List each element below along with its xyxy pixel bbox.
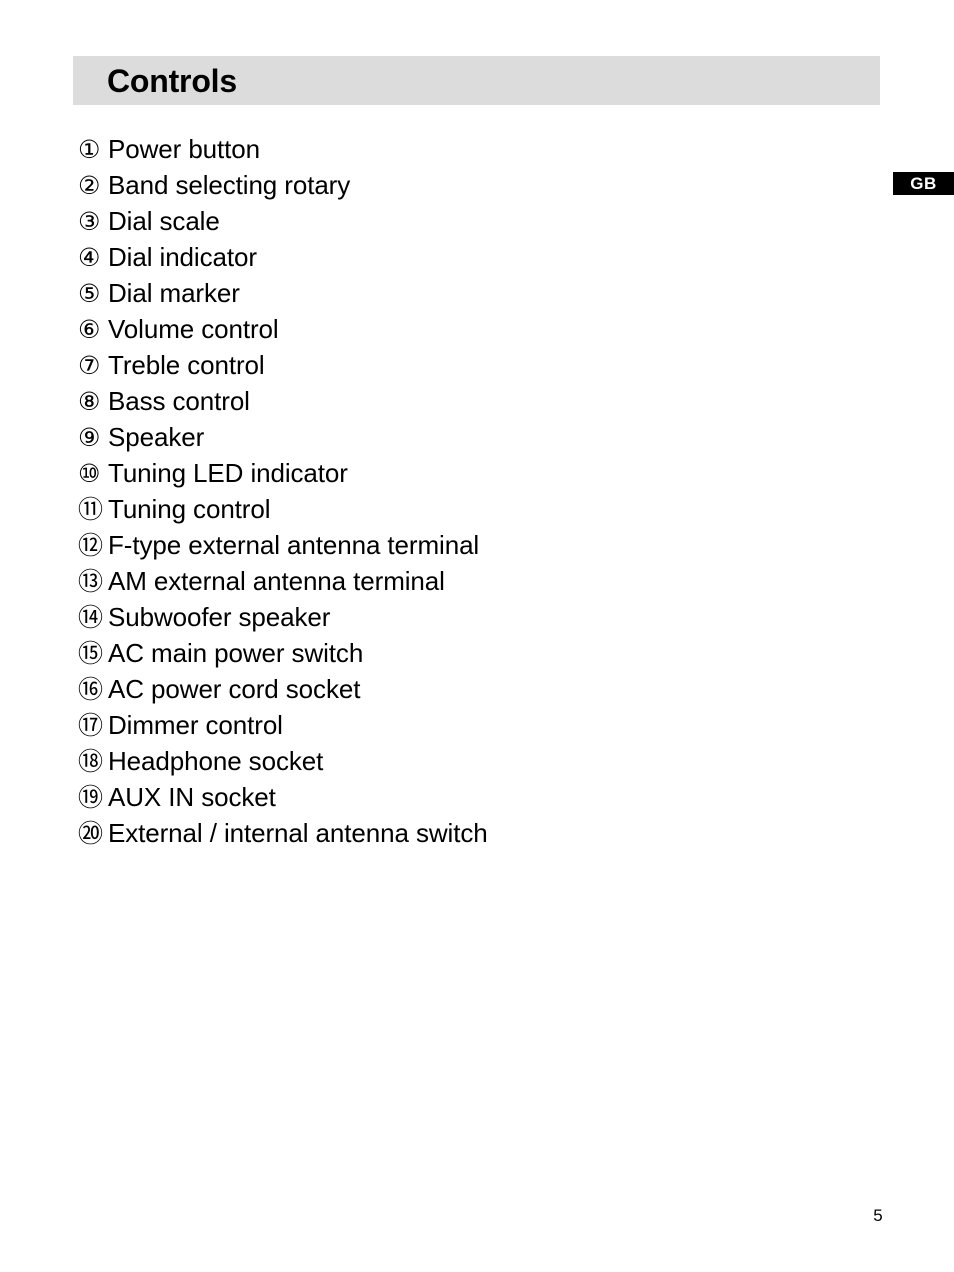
control-item-label: Subwoofer speaker xyxy=(108,602,331,632)
control-item-label: Dial scale xyxy=(108,206,220,236)
circled-number-icon: ⑲ xyxy=(78,783,104,812)
control-item-label: Volume control xyxy=(108,314,279,344)
control-item-label: Power button xyxy=(108,134,261,164)
control-item-label: AC main power switch xyxy=(108,638,364,668)
controls-list: ① Power button ② Band selecting rotary ③ Dial… xyxy=(78,131,878,851)
control-list-item: ⑲ AUX IN socket xyxy=(78,779,878,815)
control-list-item: ⑱ Headphone socket xyxy=(78,743,878,779)
control-list-item: ⑤ Dial marker xyxy=(78,275,878,311)
circled-number-icon: ③ xyxy=(78,207,101,236)
circled-number-icon: ⑥ xyxy=(78,315,101,344)
circled-number-icon: ② xyxy=(78,171,101,200)
control-list-item: ⑦ Treble control xyxy=(78,347,878,383)
control-item-label: Speaker xyxy=(108,422,205,452)
control-list-item: ⑥ Volume control xyxy=(78,311,878,347)
control-list-item: ⑮ AC main power switch xyxy=(78,635,878,671)
circled-number-icon: ⑯ xyxy=(78,675,104,704)
circled-number-icon: ① xyxy=(78,135,101,164)
control-list-item: ⑬ AM external antenna terminal xyxy=(78,563,878,599)
control-item-label: Tuning control xyxy=(108,494,271,524)
control-item-label: Dial marker xyxy=(108,278,240,308)
control-list-item: ② Band selecting rotary xyxy=(78,167,878,203)
control-list-item: ⑭ Subwoofer speaker xyxy=(78,599,878,635)
circled-number-icon: ⑧ xyxy=(78,387,101,416)
control-item-label: Band selecting rotary xyxy=(108,170,351,200)
control-list-item: ⑫ F-type external antenna terminal xyxy=(78,527,878,563)
control-list-item: ⑧ Bass control xyxy=(78,383,878,419)
circled-number-icon: ⑩ xyxy=(78,459,101,488)
control-list-item: ① Power button xyxy=(78,131,878,167)
control-list-item: ⑨ Speaker xyxy=(78,419,878,455)
circled-number-icon: ⑪ xyxy=(78,495,104,524)
control-item-label: Dimmer control xyxy=(108,710,283,740)
circled-number-icon: ⑳ xyxy=(78,819,104,848)
circled-number-icon: ⑨ xyxy=(78,423,101,452)
section-header: Controls xyxy=(73,56,880,105)
control-item-label: Dial indicator xyxy=(108,242,257,272)
control-item-label: AC power cord socket xyxy=(108,674,361,704)
circled-number-icon: ⑬ xyxy=(78,567,104,596)
control-list-item: ③ Dial scale xyxy=(78,203,878,239)
page-number: 5 xyxy=(873,1206,883,1225)
circled-number-icon: ⑭ xyxy=(78,603,104,632)
language-badge: GB xyxy=(893,172,954,195)
circled-number-icon: ⑦ xyxy=(78,351,101,380)
circled-number-icon: ⑮ xyxy=(78,639,104,668)
circled-number-icon: ⑰ xyxy=(78,711,104,740)
document-page: Controls GB ① Power button ② Band selecting… xyxy=(0,0,954,1272)
circled-number-icon: ⑱ xyxy=(78,747,104,776)
circled-number-icon: ⑫ xyxy=(78,531,104,560)
control-list-item: ⑪ Tuning control xyxy=(78,491,878,527)
control-list-item: ⑳ External / internal antenna switch xyxy=(78,815,878,851)
page-title: Controls xyxy=(107,62,237,99)
control-item-label: External / internal antenna switch xyxy=(108,818,488,848)
control-list-item: ⑩ Tuning LED indicator xyxy=(78,455,878,491)
circled-number-icon: ④ xyxy=(78,243,101,272)
control-item-label: AM external antenna terminal xyxy=(108,566,445,596)
control-list-item: ④ Dial indicator xyxy=(78,239,878,275)
control-item-label: AUX IN socket xyxy=(108,782,276,812)
control-item-label: Treble control xyxy=(108,350,265,380)
control-item-label: F-type external antenna terminal xyxy=(108,530,480,560)
control-list-item: ⑰ Dimmer control xyxy=(78,707,878,743)
control-item-label: Bass control xyxy=(108,386,250,416)
control-list-item: ⑯ AC power cord socket xyxy=(78,671,878,707)
circled-number-icon: ⑤ xyxy=(78,279,101,308)
control-item-label: Tuning LED indicator xyxy=(108,458,348,488)
control-item-label: Headphone socket xyxy=(108,746,324,776)
language-badge-label: GB xyxy=(910,173,937,193)
